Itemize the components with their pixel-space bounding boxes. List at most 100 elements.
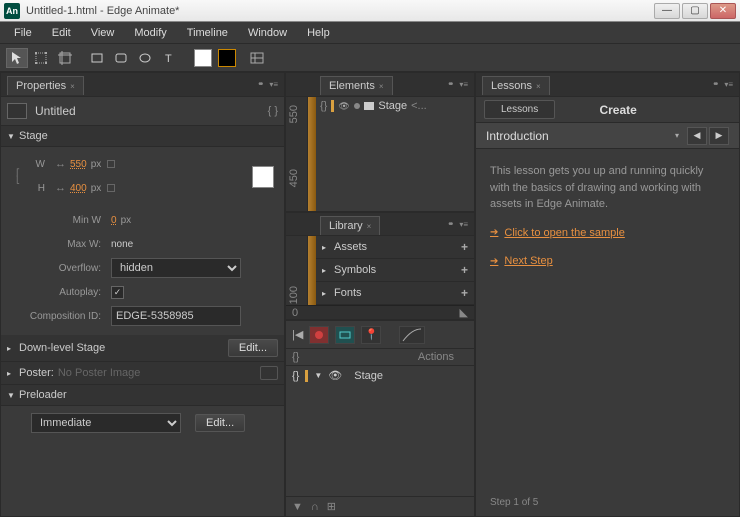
preloader-select[interactable]: Immediate: [31, 413, 181, 433]
comp-icon: [7, 103, 27, 119]
snap-icon[interactable]: ∩: [311, 501, 319, 513]
properties-tab[interactable]: Properties×: [7, 76, 84, 95]
panel-menu-icon[interactable]: ▾≡: [724, 80, 733, 89]
close-button[interactable]: ✕: [710, 3, 736, 19]
autokey-button[interactable]: [335, 326, 355, 344]
stage-width[interactable]: 550: [70, 159, 87, 170]
menu-timeline[interactable]: Timeline: [177, 24, 238, 42]
panel-menu-icon[interactable]: ▾≡: [269, 80, 278, 89]
easing-button[interactable]: [399, 326, 425, 344]
close-icon[interactable]: ×: [70, 82, 75, 91]
braces-icon[interactable]: { }: [268, 105, 278, 117]
grid-icon[interactable]: ⊞: [327, 500, 336, 513]
minw-unit: px: [121, 215, 132, 226]
stage-section-head[interactable]: ▼ Stage: [1, 126, 284, 147]
w-label: W: [25, 159, 55, 170]
overflow-select[interactable]: hidden: [111, 258, 241, 278]
minw-value[interactable]: 0: [111, 215, 117, 226]
layout-tool[interactable]: [246, 48, 268, 68]
menu-help[interactable]: Help: [297, 24, 340, 42]
close-icon[interactable]: ×: [379, 82, 384, 91]
create-tab[interactable]: Create: [583, 100, 652, 120]
compid-input[interactable]: [111, 306, 241, 326]
close-icon[interactable]: ×: [536, 82, 541, 91]
titlebar: An Untitled-1.html - Edge Animate* — ▢ ✕: [0, 0, 740, 22]
menu-file[interactable]: File: [4, 24, 42, 42]
braces-icon[interactable]: {}: [320, 100, 327, 112]
next-step-link[interactable]: ➔Next Step: [490, 253, 725, 270]
downlevel-edit-button[interactable]: Edit...: [228, 339, 278, 357]
camera-icon[interactable]: [260, 366, 278, 380]
prev-icon[interactable]: |◀: [292, 328, 303, 341]
preloader-edit-button[interactable]: Edit...: [195, 414, 245, 432]
preloader-section-head[interactable]: ▼ Preloader: [1, 385, 284, 406]
selection-tool[interactable]: [6, 48, 28, 68]
fill-swatch[interactable]: [194, 49, 212, 67]
ruler-vertical-2: 100: [286, 236, 308, 305]
lesson-prev-button[interactable]: ◀: [687, 127, 707, 145]
library-symbols[interactable]: ▸Symbols+: [316, 259, 474, 282]
pin-button[interactable]: 📍: [361, 326, 381, 344]
menu-view[interactable]: View: [81, 24, 125, 42]
ellipse-tool[interactable]: [134, 48, 156, 68]
poster-section[interactable]: ▸ Poster: No Poster Image: [1, 362, 284, 385]
menu-edit[interactable]: Edit: [42, 24, 81, 42]
visibility-icon[interactable]: 👁: [338, 101, 350, 112]
timeline-row-stage[interactable]: {} ▼ 👁 Stage: [286, 366, 474, 385]
rectangle-tool[interactable]: [86, 48, 108, 68]
transform-tool[interactable]: [30, 48, 52, 68]
lesson-next-button[interactable]: ▶: [709, 127, 729, 145]
lock-dot-icon[interactable]: [354, 103, 360, 109]
autoplay-checkbox[interactable]: ✓: [111, 286, 124, 299]
menu-modify[interactable]: Modify: [124, 24, 176, 42]
braces-icon[interactable]: {}: [292, 351, 299, 363]
h-label: H: [25, 183, 55, 194]
add-icon[interactable]: +: [461, 240, 468, 254]
lesson-text: This lesson gets you up and running quic…: [490, 163, 725, 213]
visibility-icon[interactable]: 👁: [328, 369, 342, 382]
minimize-button[interactable]: —: [654, 3, 680, 19]
comp-name[interactable]: Untitled: [35, 104, 268, 118]
dropdown-icon[interactable]: ▾: [675, 131, 679, 140]
downlevel-section[interactable]: ▸Down-level Stage Edit...: [1, 335, 284, 362]
timeline-footer: ▼ ∩ ⊞: [286, 496, 474, 516]
tri-icon[interactable]: ◣: [460, 306, 468, 319]
menu-window[interactable]: Window: [238, 24, 297, 42]
lessons-tab[interactable]: Lessons×: [482, 76, 550, 95]
panel-drag-icon[interactable]: ••: [258, 79, 261, 90]
link-wh-icon[interactable]: ⎡⎣: [11, 170, 25, 184]
panel-drag-icon[interactable]: ••: [713, 79, 716, 90]
add-icon[interactable]: +: [461, 263, 468, 277]
add-icon[interactable]: +: [461, 286, 468, 300]
rounded-rect-tool[interactable]: [110, 48, 132, 68]
clip-tool[interactable]: [54, 48, 76, 68]
maximize-button[interactable]: ▢: [682, 3, 708, 19]
library-fonts[interactable]: ▸Fonts+: [316, 282, 474, 305]
panel-drag-icon[interactable]: ••: [448, 79, 451, 90]
lessons-list-tab[interactable]: Lessons: [484, 100, 555, 119]
braces-icon[interactable]: {}: [292, 370, 299, 382]
close-icon[interactable]: ×: [367, 222, 372, 231]
maxw-value[interactable]: none: [111, 239, 133, 250]
minw-label: Min W: [11, 215, 111, 226]
h-toggle[interactable]: [107, 184, 115, 192]
elements-tab[interactable]: Elements×: [320, 76, 393, 95]
w-toggle[interactable]: [107, 160, 115, 168]
library-tab[interactable]: Library×: [320, 216, 380, 235]
open-sample-link[interactable]: ➔Click to open the sample: [490, 225, 725, 242]
stage-section-label: Stage: [19, 130, 48, 142]
stage-height[interactable]: 400: [70, 183, 87, 194]
record-button[interactable]: [309, 326, 329, 344]
stage-color-swatch[interactable]: [252, 166, 274, 188]
library-panel: Library× •• ▾≡ 100 ▸Assets+ ▸Symbols+ ▸F…: [285, 212, 475, 320]
text-tool[interactable]: T: [158, 48, 180, 68]
panel-menu-icon[interactable]: ▾≡: [459, 80, 468, 89]
disclosure-icon[interactable]: ▼: [314, 371, 322, 380]
filter-icon[interactable]: ▼: [292, 501, 303, 513]
panel-menu-icon[interactable]: ▾≡: [459, 220, 468, 229]
library-assets[interactable]: ▸Assets+: [316, 236, 474, 259]
panel-drag-icon[interactable]: ••: [448, 219, 451, 230]
center-column: Elements× •• ▾≡ 550 450 {} 👁: [285, 72, 475, 517]
element-row-stage[interactable]: {} 👁 Stage <...: [316, 97, 474, 115]
stroke-swatch[interactable]: [218, 49, 236, 67]
